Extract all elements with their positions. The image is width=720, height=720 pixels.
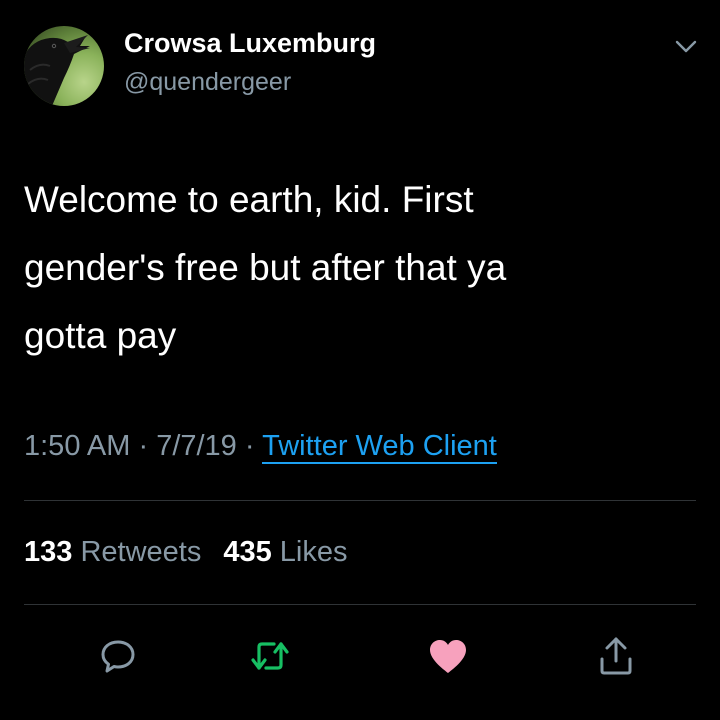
tweet-stats: 133 Retweets 435 Likes — [24, 536, 348, 569]
likes-label: Likes — [279, 536, 348, 568]
tweet-time[interactable]: 1:50 AM — [24, 430, 130, 462]
retweets-label: Retweets — [80, 536, 202, 568]
user-handle[interactable]: @quendergeer — [124, 68, 291, 97]
retweet-button[interactable] — [246, 632, 294, 680]
tweet-detail: Crowsa Luxemburg @quendergeer Welcome to… — [0, 0, 720, 720]
crow-avatar-icon — [24, 35, 90, 106]
display-name[interactable]: Crowsa Luxemburg — [124, 28, 376, 59]
retweet-icon — [251, 642, 289, 670]
share-icon — [600, 637, 632, 675]
tweet-date[interactable]: 7/7/19 — [156, 430, 237, 462]
divider — [24, 500, 696, 501]
tweet-meta: 1:50 AM · 7/7/19 · Twitter Web Client — [24, 430, 497, 464]
tweet-text-line: Welcome to earth, kid. First — [24, 179, 474, 220]
reply-icon — [101, 640, 135, 673]
meta-separator: · — [138, 430, 157, 462]
divider — [24, 604, 696, 605]
share-button[interactable] — [592, 632, 640, 680]
tweet-source-link[interactable]: Twitter Web Client — [262, 430, 497, 464]
tweet-text-line: gotta pay — [24, 315, 177, 356]
retweets-count: 133 — [24, 536, 73, 568]
likes-stat[interactable]: 435 Likes — [223, 536, 347, 568]
chevron-down-icon[interactable] — [674, 36, 698, 56]
likes-count: 435 — [223, 536, 272, 568]
reply-button[interactable] — [94, 632, 142, 680]
retweets-stat[interactable]: 133 Retweets — [24, 536, 201, 568]
like-button[interactable] — [424, 632, 472, 680]
avatar[interactable] — [24, 26, 104, 106]
tweet-text-line: gender's free but after that ya — [24, 247, 507, 288]
meta-separator: · — [244, 430, 263, 462]
tweet-text: Welcome to earth, kid. First gender's fr… — [24, 166, 694, 370]
heart-icon — [430, 640, 466, 673]
